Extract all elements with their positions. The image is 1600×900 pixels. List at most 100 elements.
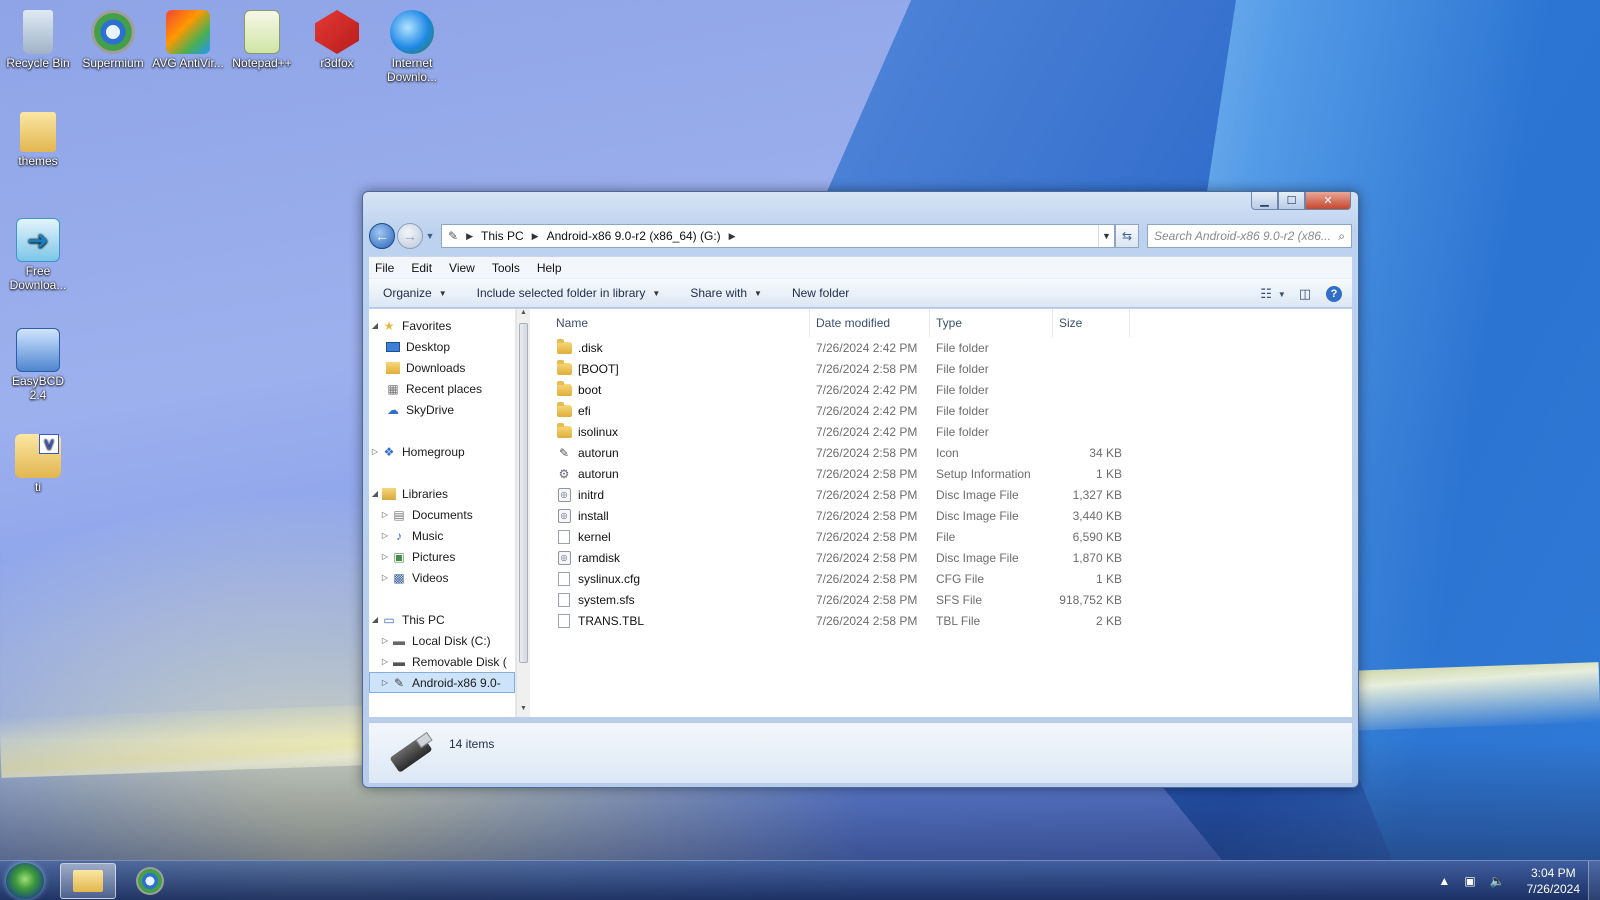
- organize-button[interactable]: Organize ▼: [383, 286, 447, 300]
- desktop-icon-r3dfox[interactable]: r3dfox: [301, 10, 373, 70]
- expand-icon[interactable]: ▷: [369, 447, 381, 456]
- expand-icon[interactable]: ▷: [379, 531, 391, 540]
- collapse-icon[interactable]: ◢: [369, 615, 381, 624]
- nav-this-pc[interactable]: ◢ ▭ This PC: [369, 609, 515, 630]
- new-folder-button[interactable]: New folder: [792, 286, 849, 300]
- file-icon: [558, 592, 570, 607]
- file-row[interactable]: ✎ autorun 7/26/2024 2:58 PM Icon 34 KB: [550, 442, 1352, 463]
- show-desktop-button[interactable]: [1588, 861, 1600, 900]
- nav-desktop[interactable]: Desktop: [369, 336, 515, 357]
- address-dropdown[interactable]: ▼: [1098, 225, 1114, 247]
- breadcrumb-separator-icon: ▶: [466, 230, 473, 241]
- expand-icon[interactable]: ▷: [379, 657, 391, 666]
- nav-android-drive[interactable]: ▷ ✎ Android-x86 9.0-: [369, 672, 515, 693]
- expand-icon[interactable]: ▷: [379, 552, 391, 561]
- nav-libraries[interactable]: ◢ Libraries: [369, 483, 515, 504]
- show-hidden-icons-icon[interactable]: ▲: [1438, 874, 1450, 888]
- menu-tools[interactable]: Tools: [492, 261, 520, 275]
- nav-recent-places[interactable]: ▦ Recent places: [369, 378, 515, 399]
- file-row[interactable]: ⚙ autorun 7/26/2024 2:58 PM Setup Informati…: [550, 463, 1352, 484]
- desktop-icon-ti[interactable]: V ti: [2, 434, 74, 494]
- breadcrumb-item[interactable]: This PC: [481, 229, 524, 243]
- file-row[interactable]: ◎ ramdisk 7/26/2024 2:58 PM Disc Image File…: [550, 547, 1352, 568]
- volume-icon[interactable]: 🔈: [1490, 874, 1505, 888]
- nav-downloads[interactable]: Downloads: [369, 357, 515, 378]
- file-row[interactable]: .disk 7/26/2024 2:42 PM File folder: [550, 337, 1352, 358]
- desktop-icon-idm[interactable]: Internet Downlo...: [376, 10, 448, 84]
- preview-pane-button[interactable]: ◫: [1294, 284, 1316, 304]
- file-row[interactable]: boot 7/26/2024 2:42 PM File folder: [550, 379, 1352, 400]
- file-row[interactable]: ◎ install 7/26/2024 2:58 PM Disc Image File…: [550, 505, 1352, 526]
- help-button[interactable]: ?: [1326, 286, 1342, 302]
- file-row[interactable]: kernel 7/26/2024 2:58 PM File 6,590 KB: [550, 526, 1352, 547]
- scroll-up-icon[interactable]: ▲: [517, 309, 530, 321]
- breadcrumb-item[interactable]: Android-x86 9.0-r2 (x86_64) (G:): [547, 229, 721, 243]
- column-label: Size: [1059, 316, 1083, 330]
- explorer-window[interactable]: ▁ ☐ ✕ ← → ▼ ✎ ▶ This PC ▶ Android-x86 9.…: [362, 191, 1359, 788]
- file-row[interactable]: ◎ initrd 7/26/2024 2:58 PM Disc Image File 1…: [550, 484, 1352, 505]
- address-bar[interactable]: ✎ ▶ This PC ▶ Android-x86 9.0-r2 (x86_64…: [441, 224, 1115, 248]
- minimize-button[interactable]: ▁: [1251, 192, 1278, 210]
- desktop-icon-themes[interactable]: themes: [2, 112, 74, 168]
- file-name-cell: TRANS.TBL: [550, 613, 810, 628]
- include-in-library-button[interactable]: Include selected folder in library ▼: [477, 286, 661, 300]
- nav-scrollbar[interactable]: ▲ ▼: [516, 309, 530, 717]
- chevron-down-icon: ▼: [438, 288, 447, 298]
- desktop-icon-notepadpp[interactable]: Notepad++: [226, 10, 298, 70]
- nav-label: Libraries: [402, 486, 449, 501]
- column-size[interactable]: Size: [1053, 309, 1130, 337]
- desktop-icon-free-download[interactable]: ➜ Free Downloa...: [2, 218, 74, 292]
- recent-pages-dropdown[interactable]: ▼: [423, 231, 437, 241]
- nav-videos[interactable]: ▷ ▩ Videos: [369, 567, 515, 588]
- maximize-button[interactable]: ☐: [1278, 192, 1305, 210]
- expand-icon[interactable]: ▷: [379, 510, 391, 519]
- expand-icon[interactable]: ▷: [379, 678, 391, 687]
- nav-homegroup[interactable]: ▷ ❖ Homegroup: [369, 441, 515, 462]
- nav-music[interactable]: ▷ ♪ Music: [369, 525, 515, 546]
- back-button[interactable]: ←: [369, 223, 395, 249]
- collapse-icon[interactable]: ◢: [369, 489, 381, 498]
- desktop-icon-supermium[interactable]: Supermium: [77, 10, 149, 70]
- desktop-icon-easybcd[interactable]: EasyBCD 2.4: [2, 328, 74, 402]
- menu-view[interactable]: View: [449, 261, 475, 275]
- notepad-icon: [244, 10, 280, 54]
- file-row[interactable]: syslinux.cfg 7/26/2024 2:58 PM CFG File 1 K…: [550, 568, 1352, 589]
- collapse-icon[interactable]: ◢: [369, 321, 381, 330]
- search-input[interactable]: Search Android-x86 9.0-r2 (x86... ⌕: [1147, 224, 1352, 248]
- file-type: File folder: [936, 340, 989, 355]
- change-view-button[interactable]: ☷ ▼: [1260, 284, 1286, 304]
- expand-icon[interactable]: ▷: [379, 636, 391, 645]
- column-type[interactable]: Type: [930, 309, 1053, 337]
- scroll-thumb[interactable]: [519, 323, 528, 663]
- close-button[interactable]: ✕: [1305, 192, 1351, 210]
- file-row[interactable]: system.sfs 7/26/2024 2:58 PM SFS File 918,7…: [550, 589, 1352, 610]
- nav-pictures[interactable]: ▷ ▣ Pictures: [369, 546, 515, 567]
- file-row[interactable]: TRANS.TBL 7/26/2024 2:58 PM TBL File 2 KB: [550, 610, 1352, 631]
- menu-help[interactable]: Help: [537, 261, 562, 275]
- file-row[interactable]: efi 7/26/2024 2:42 PM File folder: [550, 400, 1352, 421]
- nav-skydrive[interactable]: ☁ SkyDrive: [369, 399, 515, 420]
- forward-button[interactable]: →: [397, 223, 423, 249]
- share-with-button[interactable]: Share with ▼: [690, 286, 762, 300]
- taskbar-browser-button[interactable]: [122, 863, 178, 899]
- expand-icon[interactable]: ▷: [379, 573, 391, 582]
- folder-icon: [556, 401, 572, 417]
- nav-local-disk[interactable]: ▷ ▬ Local Disk (C:): [369, 630, 515, 651]
- column-date-modified[interactable]: Date modified: [810, 309, 930, 337]
- menu-file[interactable]: File: [375, 261, 394, 275]
- scroll-down-icon[interactable]: ▼: [517, 705, 530, 717]
- column-name[interactable]: Name: [550, 309, 810, 337]
- nav-removable-disk[interactable]: ▷ ▬ Removable Disk (: [369, 651, 515, 672]
- nav-documents[interactable]: ▷ ▤ Documents: [369, 504, 515, 525]
- file-row[interactable]: isolinux 7/26/2024 2:42 PM File folder: [550, 421, 1352, 442]
- desktop-icon-recycle-bin[interactable]: Recycle Bin: [2, 10, 74, 70]
- network-icon[interactable]: ▣: [1464, 874, 1475, 888]
- menu-edit[interactable]: Edit: [411, 261, 432, 275]
- refresh-button[interactable]: ⇆: [1115, 224, 1139, 248]
- desktop-icon-avg[interactable]: AVG AntiVir...: [152, 10, 224, 70]
- file-row[interactable]: [BOOT] 7/26/2024 2:58 PM File folder: [550, 358, 1352, 379]
- start-button[interactable]: [6, 863, 44, 899]
- clock[interactable]: 3:04 PM 7/26/2024: [1527, 865, 1580, 897]
- taskbar-explorer-button[interactable]: [60, 863, 116, 899]
- nav-favorites[interactable]: ◢ ★ Favorites: [369, 315, 515, 336]
